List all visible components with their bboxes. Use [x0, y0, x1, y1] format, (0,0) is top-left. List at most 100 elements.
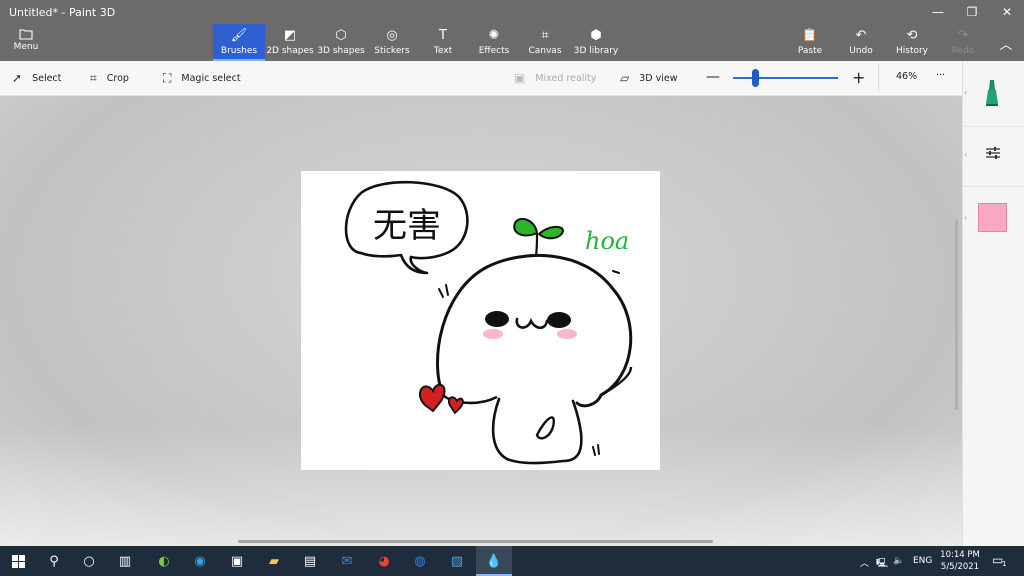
- notification-count: 1: [1002, 560, 1007, 568]
- window-title: Untitled* - Paint 3D: [9, 6, 116, 19]
- 3d-view-toggle[interactable]: ▱ 3D view: [620, 71, 678, 85]
- plus-icon: +: [852, 68, 866, 87]
- 3d-view-label: 3D view: [639, 72, 678, 84]
- menu-label: Menu: [13, 42, 39, 52]
- more-options-button[interactable]: ···: [936, 70, 945, 81]
- undo-label: Undo: [849, 46, 873, 56]
- heart-large: [419, 383, 446, 413]
- tab-label: Effects: [478, 46, 510, 56]
- effects-icon: ✺: [488, 28, 500, 43]
- minimize-button[interactable]: —: [925, 3, 951, 21]
- panel-chevron-icon[interactable]: ‹: [964, 213, 967, 222]
- select-tool[interactable]: ➚ Select: [12, 71, 61, 85]
- clipboard-icon: 📋: [801, 28, 819, 43]
- drawing-canvas[interactable]: 无害 hoa: [301, 171, 660, 470]
- history-button[interactable]: ⟲ History: [886, 24, 938, 61]
- tab-2d-shapes[interactable]: ◩ 2D shapes: [264, 24, 316, 61]
- tab-text[interactable]: T Text: [417, 24, 469, 61]
- collapse-ribbon-chevron-icon[interactable]: ︿: [993, 34, 1019, 53]
- paste-button[interactable]: 📋 Paste: [784, 24, 836, 61]
- tab-3d-library[interactable]: ⬢ 3D library: [570, 24, 622, 61]
- history-label: History: [895, 46, 929, 56]
- signature-text: hoa: [585, 227, 629, 255]
- sprout-leaf-left: [513, 217, 539, 237]
- windows-start-icon[interactable]: [9, 552, 27, 570]
- edge-browser-icon[interactable]: ◉: [191, 552, 209, 570]
- clock-date: 5/5/2021: [940, 562, 980, 572]
- right-eye: [547, 312, 571, 328]
- clock-time: 10:14 PM: [940, 550, 980, 560]
- tab-effects[interactable]: ✺ Effects: [468, 24, 520, 61]
- redo-label: Redo: [951, 46, 975, 56]
- tab-canvas[interactable]: ⌗ Canvas: [519, 24, 571, 61]
- marker-brush-icon[interactable]: [982, 78, 1002, 108]
- crop-tool[interactable]: ⌗ Crop: [90, 71, 129, 86]
- motion-mark-left: [438, 284, 449, 298]
- tab-brushes[interactable]: 🖌 Brushes: [213, 24, 265, 61]
- panel-chevron-icon[interactable]: ‹: [964, 150, 967, 159]
- character-leg-split: [535, 416, 555, 440]
- zoom-in-button[interactable]: +: [852, 68, 865, 87]
- system-clock[interactable]: 10:14 PM 5/5/2021: [936, 549, 984, 573]
- sprout-stem: [534, 233, 539, 256]
- mail-icon[interactable]: ✉: [338, 552, 356, 570]
- drawing-artwork: 无害 hoa: [344, 180, 633, 465]
- left-blush: [483, 329, 503, 339]
- restore-button[interactable]: ❐: [959, 3, 985, 21]
- redo-icon: ↷: [957, 28, 969, 43]
- app-icon[interactable]: ◐: [155, 552, 173, 570]
- menu-button[interactable]: Menu: [8, 28, 44, 58]
- 2d-shapes-icon: ◩: [283, 28, 297, 43]
- zalo-icon[interactable]: ◍: [411, 552, 429, 570]
- settings-sliders-icon[interactable]: [984, 146, 1002, 160]
- horizontal-scrollbar[interactable]: [238, 540, 713, 543]
- left-eye: [485, 311, 509, 327]
- task-view-icon[interactable]: ▥: [116, 552, 134, 570]
- volume-icon[interactable]: 🔈: [893, 556, 904, 566]
- tab-stickers[interactable]: ◎ Stickers: [366, 24, 418, 61]
- paint-3d-icon[interactable]: 💧: [485, 552, 503, 570]
- image-viewer-icon[interactable]: ▧: [448, 552, 466, 570]
- zoom-slider-thumb[interactable]: [752, 69, 759, 87]
- zoom-level[interactable]: 46%: [896, 71, 917, 82]
- file-explorer-icon[interactable]: ▰: [265, 552, 283, 570]
- close-button[interactable]: ✕: [994, 3, 1020, 21]
- select-cursor-icon: ➚: [12, 71, 23, 85]
- panel-chevron-icon[interactable]: ‹: [964, 88, 967, 97]
- brush-icon: 🖌: [230, 28, 248, 43]
- show-hidden-icons-chevron-icon[interactable]: ︿: [860, 556, 869, 569]
- speech-text: 无害: [373, 206, 441, 246]
- cortana-icon[interactable]: ○: [80, 552, 98, 570]
- network-icon[interactable]: 🖳: [876, 556, 888, 572]
- undo-icon: ↶: [855, 28, 867, 43]
- folder-icon: [19, 29, 33, 40]
- motion-mark-right: [612, 270, 620, 274]
- canvas-icon: ⌗: [541, 28, 549, 43]
- windows-taskbar: [0, 546, 1024, 576]
- search-icon[interactable]: ⚲: [45, 552, 63, 570]
- 3d-view-icon: ▱: [620, 71, 630, 85]
- vertical-scrollbar[interactable]: [955, 220, 958, 410]
- language-indicator[interactable]: ENG: [913, 556, 932, 566]
- selected-color-swatch[interactable]: [978, 203, 1007, 232]
- sprout-leaf-right: [537, 225, 565, 240]
- mixed-reality-button[interactable]: ▣ Mixed reality: [514, 71, 596, 85]
- tab-3d-shapes[interactable]: ⬡ 3D shapes: [315, 24, 367, 61]
- zoom-out-button[interactable]: —: [706, 69, 720, 85]
- photos-icon[interactable]: ▣: [228, 552, 246, 570]
- more-icon: ···: [936, 70, 946, 81]
- zoom-slider-track[interactable]: [733, 77, 838, 79]
- stickers-icon: ◎: [386, 28, 398, 43]
- title-ribbon-bar: Untitled* - Paint 3D — ❐ ✕ Menu 🖌 Brushe…: [0, 0, 1024, 61]
- panel-divider: [962, 126, 1024, 127]
- undo-button[interactable]: ↶ Undo: [835, 24, 887, 61]
- store-icon[interactable]: ▤: [301, 552, 319, 570]
- chrome-icon[interactable]: ◕: [375, 552, 393, 570]
- magic-select-tool[interactable]: ⛶ Magic select: [163, 71, 241, 86]
- crop-label: Crop: [106, 73, 129, 84]
- tab-label: Canvas: [528, 46, 562, 56]
- redo-button[interactable]: ↷ Redo: [937, 24, 989, 61]
- motion-mark-feet: [592, 444, 600, 456]
- minus-icon: —: [706, 69, 720, 85]
- magic-select-icon: ⛶: [163, 71, 172, 85]
